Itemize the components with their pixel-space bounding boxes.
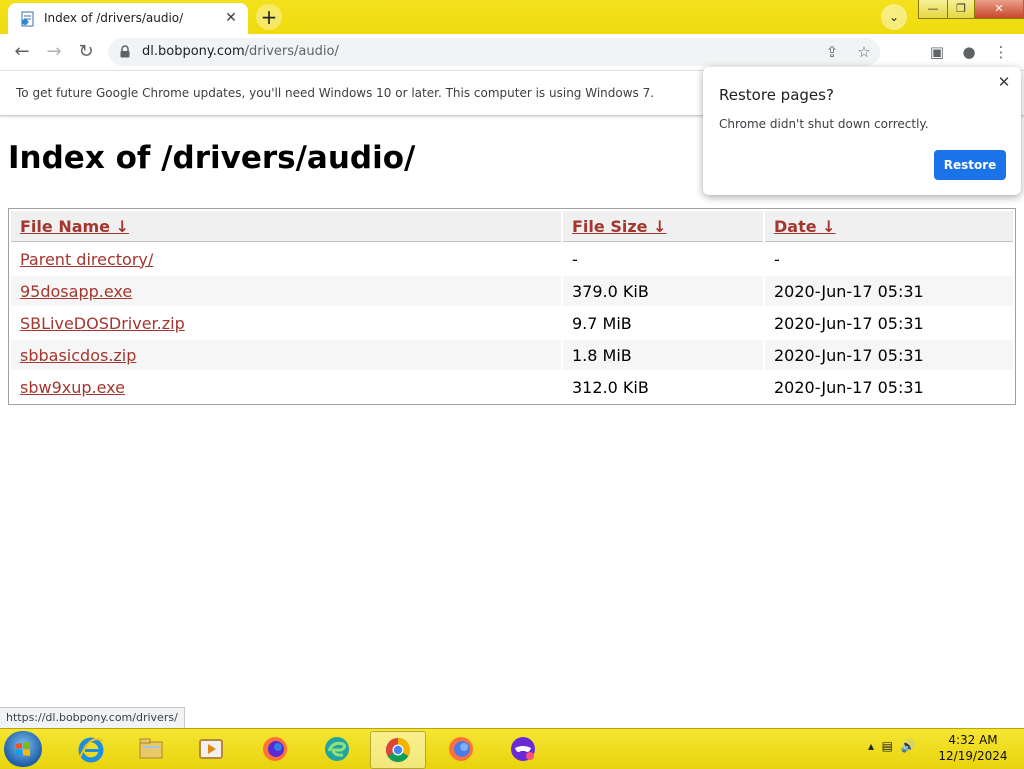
- table-header-row: File Name ↓ File Size ↓ Date ↓: [11, 211, 1013, 242]
- infobar-message: To get future Google Chrome updates, you…: [16, 86, 655, 100]
- column-header-date: Date ↓: [765, 211, 1013, 242]
- forward-arrow-icon[interactable]: →: [42, 40, 66, 64]
- dialog-title: Restore pages?: [719, 86, 834, 104]
- sort-by-size-link[interactable]: File Size ↓: [572, 217, 666, 236]
- clock-date: 12/19/2024: [938, 749, 1008, 763]
- file-date: 2020-Jun-17 05:31: [774, 377, 924, 397]
- address-bar[interactable]: dl.bobpony.com/drivers/audio/ ☆ ⇪: [108, 38, 880, 66]
- side-panel-icon[interactable]: ▣: [925, 40, 949, 64]
- reload-icon[interactable]: ↻: [74, 40, 98, 64]
- profile-avatar-icon[interactable]: ●: [957, 40, 981, 64]
- file-date: 2020-Jun-17 05:31: [765, 276, 1013, 306]
- taskbar-internet-explorer[interactable]: [64, 731, 118, 767]
- tab-title: Index of /drivers/audio/: [44, 11, 184, 25]
- taskbar-firefox-2[interactable]: [434, 731, 488, 767]
- file-size: 9.7 MiB: [572, 313, 632, 333]
- close-window-button[interactable]: ✕: [974, 0, 1024, 19]
- taskbar-edge[interactable]: [310, 731, 364, 767]
- taskbar-firefox[interactable]: [248, 731, 302, 767]
- restore-button[interactable]: Restore: [934, 150, 1006, 180]
- page-favicon-icon: [21, 11, 34, 27]
- file-link[interactable]: SBLiveDOSDriver.zip: [20, 314, 185, 333]
- file-link[interactable]: sbw9xup.exe: [20, 378, 125, 397]
- taskbar-file-explorer[interactable]: [124, 731, 178, 767]
- file-link[interactable]: sbbasicdos.zip: [20, 346, 136, 365]
- maximize-button[interactable]: ❐: [947, 0, 975, 19]
- table-row: sbbasicdos.zip 1.8 MiB 2020-Jun-17 05:31: [11, 340, 1013, 370]
- taskbar-clock[interactable]: 4:32 AM 12/19/2024: [938, 732, 1008, 764]
- firefox-icon: [263, 737, 287, 761]
- file-size: -: [572, 249, 578, 269]
- lock-icon: [120, 45, 130, 58]
- file-size: 312.0 KiB: [572, 377, 649, 397]
- browser-tab-strip: Index of /drivers/audio/ ✕ + ⌄ — ❐ ✕: [0, 0, 1024, 34]
- file-date: 2020-Jun-17 05:31: [765, 340, 1013, 370]
- windows-taskbar: ▴ ▤ 🔊 4:32 AM 12/19/2024: [0, 728, 1024, 769]
- taskbar-media-player[interactable]: [184, 731, 238, 767]
- page-title: Index of /drivers/audio/: [8, 140, 416, 176]
- file-link[interactable]: 95dosapp.exe: [20, 282, 132, 301]
- sort-by-date-link[interactable]: Date ↓: [774, 217, 836, 236]
- menu-kebab-icon[interactable]: ⋮: [989, 40, 1013, 64]
- column-header-size: File Size ↓: [563, 211, 763, 242]
- internet-explorer-icon: [78, 737, 104, 763]
- taskbar-chrome[interactable]: [370, 731, 426, 769]
- windows-logo-icon: [16, 742, 30, 756]
- column-header-name: File Name ↓: [11, 211, 561, 242]
- link-status-bubble: https://dl.bobpony.com/drivers/: [0, 707, 185, 729]
- table-row: Parent directory/ - -: [11, 244, 1013, 274]
- bookmark-star-icon[interactable]: ☆: [852, 40, 876, 64]
- mask-app-icon: [511, 737, 535, 761]
- file-size: 379.0 KiB: [563, 276, 763, 306]
- start-button[interactable]: [4, 731, 42, 767]
- active-tab[interactable]: Index of /drivers/audio/ ✕: [8, 3, 248, 34]
- clock-time: 4:32 AM: [948, 733, 998, 747]
- tab-search-icon[interactable]: ⌄: [881, 4, 907, 30]
- dialog-message: Chrome didn't shut down correctly.: [719, 117, 929, 131]
- url-text: dl.bobpony.com/drivers/audio/: [142, 44, 339, 59]
- dialog-close-icon[interactable]: ✕: [995, 73, 1013, 91]
- taskbar-incognito-app[interactable]: [496, 731, 550, 767]
- system-tray-icons[interactable]: ▴ ▤ 🔊: [868, 739, 916, 753]
- table-row: 95dosapp.exe 379.0 KiB 2020-Jun-17 05:31: [11, 276, 1013, 306]
- new-tab-button[interactable]: +: [256, 4, 282, 30]
- table-row: SBLiveDOSDriver.zip 9.7 MiB 2020-Jun-17 …: [11, 308, 1013, 338]
- edge-icon: [325, 737, 349, 761]
- file-size: 1.8 MiB: [563, 340, 763, 370]
- firefox-icon: [449, 737, 473, 761]
- chrome-icon: [385, 738, 411, 763]
- browser-toolbar: ← → ↻ dl.bobpony.com/drivers/audio/ ☆ ⇪ …: [0, 34, 1024, 71]
- window-controls: — ❐ ✕: [918, 0, 1024, 19]
- minimize-button[interactable]: —: [918, 0, 948, 19]
- file-date: 2020-Jun-17 05:31: [774, 313, 924, 333]
- file-listing-table: File Name ↓ File Size ↓ Date ↓ Parent di…: [8, 208, 1016, 405]
- table-row: sbw9xup.exe 312.0 KiB 2020-Jun-17 05:31: [11, 372, 1013, 402]
- restore-pages-dialog: Restore pages? Chrome didn't shut down c…: [703, 67, 1021, 195]
- file-link[interactable]: Parent directory/: [20, 250, 153, 269]
- file-date: -: [774, 249, 780, 269]
- media-player-icon: [199, 739, 223, 759]
- share-icon[interactable]: ⇪: [820, 40, 844, 64]
- sort-by-name-link[interactable]: File Name ↓: [20, 217, 129, 236]
- back-arrow-icon[interactable]: ←: [10, 40, 34, 64]
- folder-icon: [139, 738, 163, 759]
- tab-close-icon[interactable]: ✕: [222, 9, 240, 27]
